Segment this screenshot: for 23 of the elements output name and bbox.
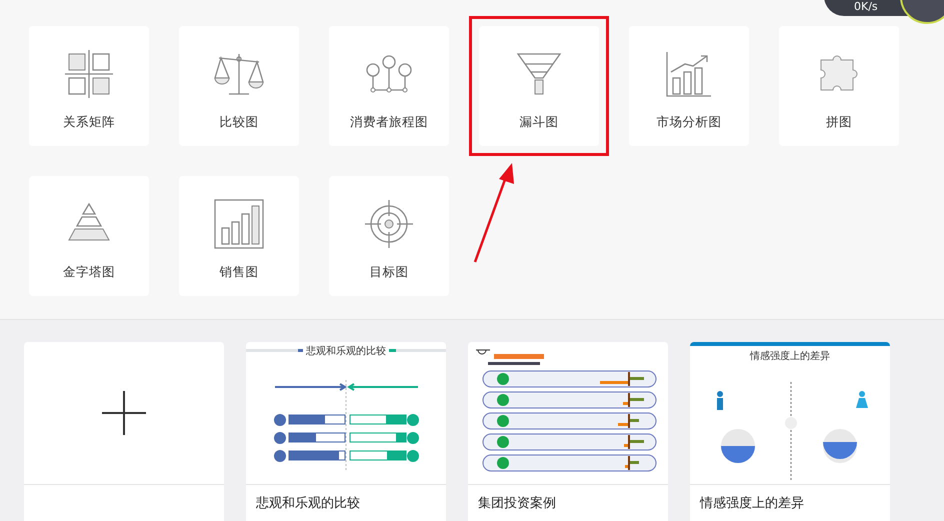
chart-type-card[interactable]: 市场分析图 [629, 26, 749, 146]
preview-heading: 悲观和乐观的比较 [303, 344, 389, 358]
template-card[interactable]: 集团投资案例 [468, 342, 668, 521]
target-icon [363, 198, 415, 250]
template-title: 悲观和乐观的比较 [255, 495, 361, 512]
plus-icon [102, 391, 146, 435]
chart-type-card[interactable]: 拼图 [779, 26, 899, 146]
bar-chart-icon [213, 198, 265, 250]
template-title: 情感强度上的差异 [698, 495, 805, 512]
chart-type-card[interactable]: 消费者旅程图 [329, 26, 449, 146]
chart-type-card[interactable]: 目标图 [329, 176, 449, 296]
preview-heading: 情感强度上的差异 [747, 349, 833, 363]
template-title: 集团投资案例 [477, 495, 557, 512]
template-card[interactable]: 悲观和乐观的比较 悲观和乐观的比较 [246, 342, 446, 521]
template-card[interactable]: 情感强度上的差异 情感强度上的差异 [690, 342, 890, 521]
chart-type-card[interactable]: 关系矩阵 [29, 26, 149, 146]
new-blank-card[interactable] [24, 342, 224, 521]
matrix-icon [63, 48, 115, 100]
chart-type-card[interactable]: 销售图 [179, 176, 299, 296]
chart-type-card[interactable]: 金字塔图 [29, 176, 149, 296]
speed-reading: 0K/s [854, 0, 878, 13]
chart-type-card[interactable]: 漏斗图 [479, 26, 599, 146]
chart-type-card[interactable]: 比较图 [179, 26, 299, 146]
